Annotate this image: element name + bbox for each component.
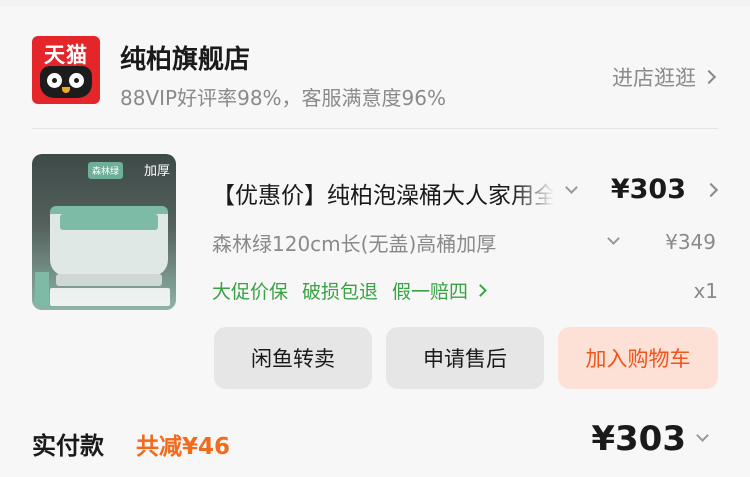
store-name[interactable]: 纯柏旗舰店 [120,39,250,76]
store-rating: 88VIP好评率98%，客服满意度96% [120,86,446,110]
chevron-down-icon[interactable] [565,181,578,194]
bathtub-stand [56,274,162,286]
chevron-right-icon [701,69,717,85]
chevron-right-icon[interactable] [703,182,719,198]
side-badge [35,272,49,306]
discount-amount: 共减¥46 [136,434,231,460]
product-price: ¥303 [610,174,686,205]
total-paid: ¥303 [591,419,686,459]
product-title[interactable]: 【优惠价】纯柏泡澡桶大人家用全身可折叠浴桶 [212,176,554,208]
service-price-protect: 大促价保 [212,281,289,303]
visit-store-label: 进店逛逛 [612,66,696,90]
product-image[interactable]: 森林绿 加厚 [32,154,176,310]
add-to-cart-button[interactable]: 加入购物车 [558,327,718,389]
chevron-right-icon [474,284,487,297]
after-sale-button[interactable]: 申请售后 [386,327,544,389]
chevron-down-icon[interactable] [696,429,709,442]
tmall-logo-icon[interactable]: 天猫 [32,36,100,104]
visit-store-link[interactable]: 进店逛逛 [612,62,717,92]
cat-nose-icon [62,87,70,93]
product-thick-tag: 加厚 [143,164,170,179]
feature-strip [50,288,170,306]
resell-button[interactable]: 闲鱼转卖 [214,327,372,389]
product-spec[interactable]: 森林绿120cm长(无盖)高桶加厚 [212,228,572,258]
chevron-down-icon[interactable] [607,232,620,245]
cat-eye-icon [69,73,84,88]
product-color-tag: 森林绿 [88,162,124,179]
paid-label: 实付款 [32,432,104,460]
order-card: 天猫 纯柏旗舰店 88VIP好评率98%，客服满意度96% 进店逛逛 森林绿 加… [0,6,750,477]
divider [32,128,718,129]
quantity: x1 [693,279,718,303]
service-fake-compensation: 假一赔四 [392,281,469,303]
original-price: ¥349 [665,230,716,254]
tmall-logo-text: 天猫 [44,43,88,67]
service-guarantees[interactable]: 大促价保 破损包退 假一赔四 [212,277,487,304]
service-damage-return: 破损包退 [302,281,379,303]
cat-eye-icon [47,73,62,88]
bathtub-rim [60,214,158,230]
cat-face-icon [40,66,92,98]
